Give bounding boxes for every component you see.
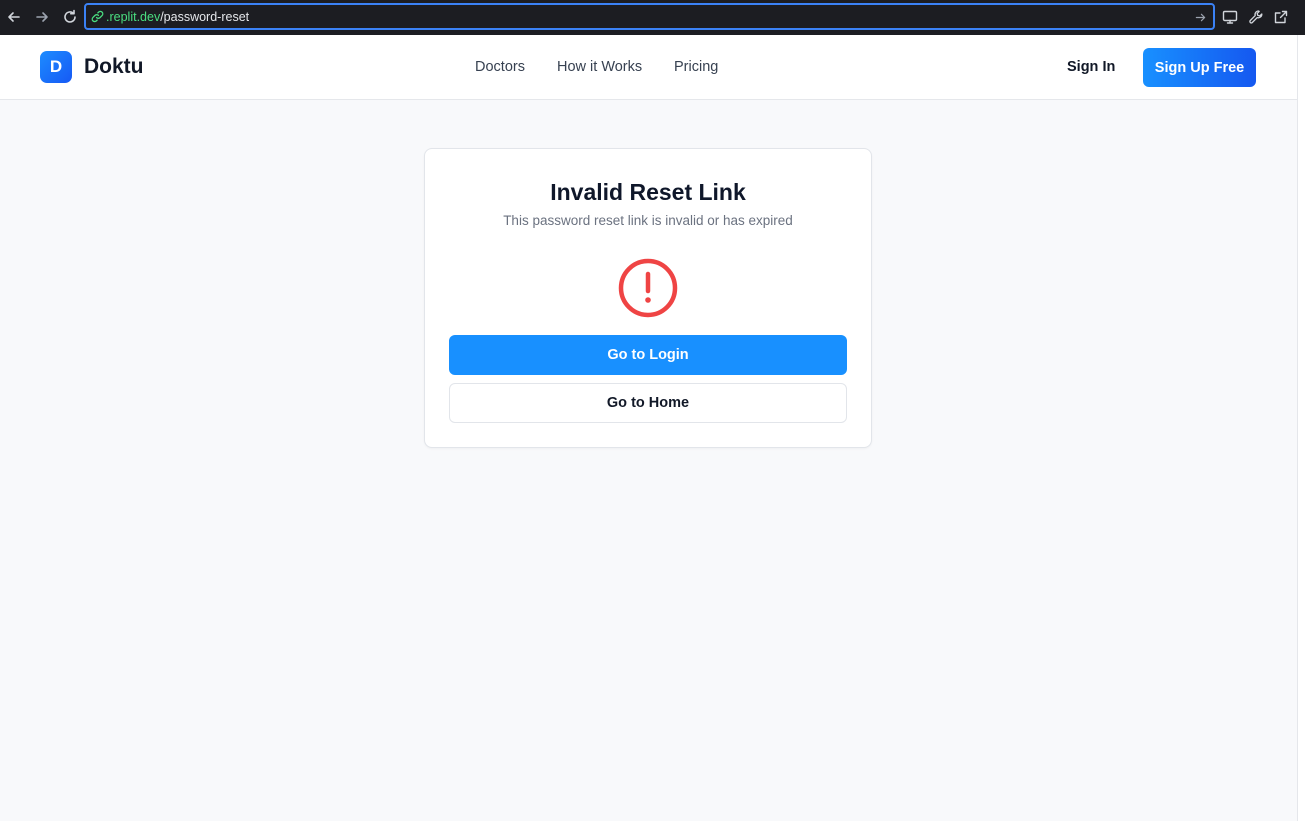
logo-letter: D [49, 57, 63, 76]
nav-pricing[interactable]: Pricing [674, 59, 718, 76]
address-bar[interactable]: .replit.dev /password-reset [84, 3, 1215, 30]
reset-error-card: Invalid Reset Link This password reset l… [424, 148, 872, 448]
go-to-home-label: Go to Home [606, 395, 690, 411]
sign-up-label: Sign Up Free [1154, 59, 1245, 76]
url-domain: .replit.dev [106, 9, 161, 24]
brand-name[interactable]: Doktu [84, 55, 144, 79]
go-to-login-button[interactable]: Go to Login [449, 335, 847, 375]
back-icon[interactable] [4, 7, 24, 27]
scrollbar[interactable] [1297, 35, 1305, 821]
go-to-home-button[interactable]: Go to Home [449, 383, 847, 423]
link-icon [91, 10, 105, 24]
external-link-icon[interactable] [1273, 9, 1289, 25]
card-subtitle: This password reset link is invalid or h… [503, 213, 793, 228]
reload-icon[interactable] [60, 7, 80, 27]
monitor-icon[interactable] [1222, 9, 1238, 25]
wrench-icon[interactable] [1248, 9, 1264, 25]
alert-circle-icon [618, 258, 678, 318]
go-to-login-label: Go to Login [607, 347, 689, 363]
forward-icon[interactable] [32, 7, 52, 27]
page-viewport: D Doktu Doctors How it Works Pricing Sig… [0, 35, 1297, 821]
sign-up-button[interactable]: Sign Up Free [1143, 48, 1256, 87]
card-title: Invalid Reset Link [550, 179, 746, 205]
sign-in-link[interactable]: Sign In [1067, 59, 1115, 76]
url-path: /password-reset [160, 9, 250, 24]
nav-how-it-works[interactable]: How it Works [557, 59, 642, 76]
site-header: D Doktu Doctors How it Works Pricing Sig… [0, 35, 1297, 100]
logo-mark[interactable]: D [40, 51, 72, 83]
go-arrow-icon[interactable] [1193, 10, 1207, 24]
nav-doctors[interactable]: Doctors [475, 59, 525, 76]
browser-toolbar: .replit.dev /password-reset [0, 0, 1305, 35]
